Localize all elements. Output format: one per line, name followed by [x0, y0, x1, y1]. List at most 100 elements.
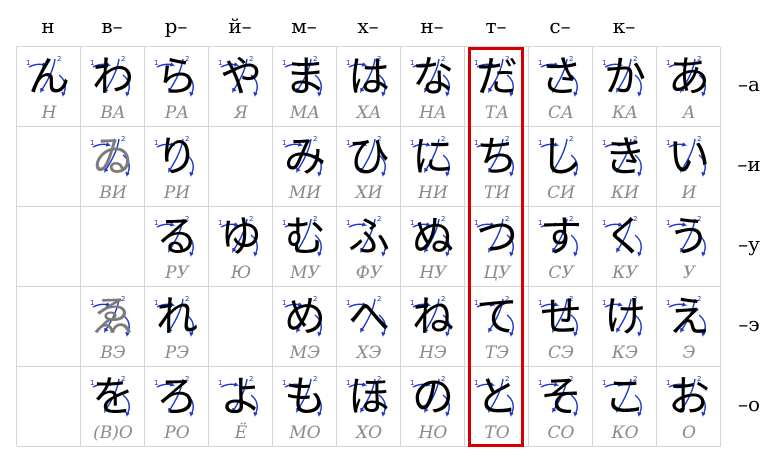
kana-cell: 1 2 れ РЭ — [145, 287, 209, 367]
kana-reading: МЭ — [289, 343, 321, 363]
kana-cell: 1 2 る РУ — [145, 207, 209, 287]
kana-reading: МИ — [288, 183, 322, 203]
kana-cell: 1 2 ふ ФУ — [337, 207, 401, 287]
kana-table: 1 2 ん Н 1 2 わ ВА 1 2 ら РА 1 2 や Я 1 2 ま МА 1 2 は ХА 1 2 な НА 1 2 だ ТА 1 2… — [16, 46, 721, 447]
kana-character: ほ — [347, 372, 390, 421]
kana-reading: НО — [418, 423, 448, 443]
kana-character: ん — [27, 52, 70, 101]
kana-reading: ВА — [100, 103, 126, 123]
kana-character: す — [539, 212, 582, 261]
kana-reading: КИ — [611, 183, 639, 203]
kana-reading: МО — [289, 423, 321, 443]
kana-character: な — [411, 52, 454, 101]
kana-character: ゆ — [219, 212, 262, 261]
kana-cell: 12んН — [17, 47, 81, 127]
kana-cell: 1 2 む МУ — [273, 207, 337, 287]
kana-reading: КА — [611, 103, 639, 123]
kana-character: し — [539, 132, 582, 181]
kana-reading: Э — [682, 343, 696, 363]
kana-character: に — [411, 132, 454, 181]
kana-character: れ — [155, 292, 198, 341]
kana-cell: 1 2 せ СЭ — [529, 287, 593, 367]
kana-reading: ВЭ — [100, 343, 126, 363]
kana-character: わ — [91, 52, 134, 101]
kana-character: ふ — [347, 212, 390, 261]
kana-character: お — [667, 372, 710, 421]
kana-reading: НА — [419, 103, 447, 123]
kana-cell: 1 2 け КЭ — [593, 287, 657, 367]
column-header: н– — [420, 14, 444, 38]
kana-reading: НИ — [418, 183, 448, 203]
kana-cell: 1 2 の НО — [401, 367, 465, 447]
kana-cell: 1 2 に НИ — [401, 127, 465, 207]
column-header: р– — [164, 14, 188, 38]
kana-character: ゐ — [91, 132, 134, 181]
kana-cell: 1 2 ゐ ВИ — [81, 127, 145, 207]
kana-character: ゑ — [91, 292, 134, 341]
kana-reading: МА — [289, 103, 321, 123]
kana-cell: 12ゆЮ — [209, 207, 273, 287]
kana-cell — [209, 287, 273, 367]
kana-character: を — [91, 372, 134, 421]
kana-cell: 1 2 さ СА — [529, 47, 593, 127]
kana-character: る — [155, 212, 198, 261]
kana-cell: 1 2 ぬ НУ — [401, 207, 465, 287]
kana-cell: 1 2 き КИ — [593, 127, 657, 207]
kana-reading: Ю — [230, 263, 252, 283]
kana-reading: СА — [548, 103, 574, 123]
kana-cell: 1 2 ゑ ВЭ — [81, 287, 145, 367]
kana-reading: СУ — [548, 263, 574, 283]
kana-reading: СЭ — [547, 343, 574, 363]
kana-reading: Н — [41, 103, 57, 123]
kana-character: ね — [411, 292, 454, 341]
kana-cell: 1 2 わ ВА — [81, 47, 145, 127]
kana-cell: 12よЁ — [209, 367, 273, 447]
column-header: с– — [549, 14, 571, 38]
kana-character: き — [603, 132, 646, 181]
row-header: –о — [737, 392, 761, 416]
kana-cell: 1 2 り РИ — [145, 127, 209, 207]
kana-character: く — [603, 212, 646, 261]
kana-character: や — [219, 52, 262, 101]
kana-character: い — [667, 132, 710, 181]
kana-reading: МУ — [290, 263, 320, 283]
kana-cell: 1 2 ひ ХИ — [337, 127, 401, 207]
kana-reading: НУ — [419, 263, 447, 283]
kana-reading: КЭ — [611, 343, 639, 363]
kana-cell: 1 2 ほ ХО — [337, 367, 401, 447]
kana-reading: РО — [164, 423, 190, 443]
kana-cell: 1 2 ら РА — [145, 47, 209, 127]
column-header: н — [41, 14, 55, 38]
kana-cell — [81, 207, 145, 287]
kana-cell: 1 2 を (В)О — [81, 367, 145, 447]
kana-cell — [17, 287, 81, 367]
kana-cell: 1 2 く КУ — [593, 207, 657, 287]
kana-character: へ — [347, 292, 390, 341]
column-header: в– — [101, 14, 123, 38]
kana-character: そ — [539, 372, 582, 421]
kana-character: ぬ — [411, 212, 454, 261]
kana-character: む — [283, 212, 326, 261]
kana-cell: 12おО — [657, 367, 721, 447]
kana-cell: 1 2 な НА — [401, 47, 465, 127]
column-header: х– — [357, 14, 379, 38]
kana-reading: ХО — [355, 423, 383, 443]
kana-cell — [17, 367, 81, 447]
kana-cell — [17, 127, 81, 207]
row-header: –э — [738, 312, 760, 336]
kana-reading: Ё — [234, 423, 248, 443]
kana-reading: НЭ — [419, 343, 447, 363]
kana-cell: 1 2 ま МА — [273, 47, 337, 127]
kana-cell: 1 2 か КА — [593, 47, 657, 127]
kana-character: え — [667, 292, 710, 341]
kana-character: ら — [155, 52, 198, 101]
column-header: т– — [485, 14, 507, 38]
kana-reading: (В)О — [93, 423, 133, 443]
kana-cell — [17, 207, 81, 287]
kana-character: よ — [219, 372, 262, 421]
kana-reading: РЭ — [164, 343, 190, 363]
kana-reading: КО — [611, 423, 639, 443]
kana-cell: 12あА — [657, 47, 721, 127]
kana-cell: 1 2 も МО — [273, 367, 337, 447]
column-header: м– — [291, 14, 317, 38]
